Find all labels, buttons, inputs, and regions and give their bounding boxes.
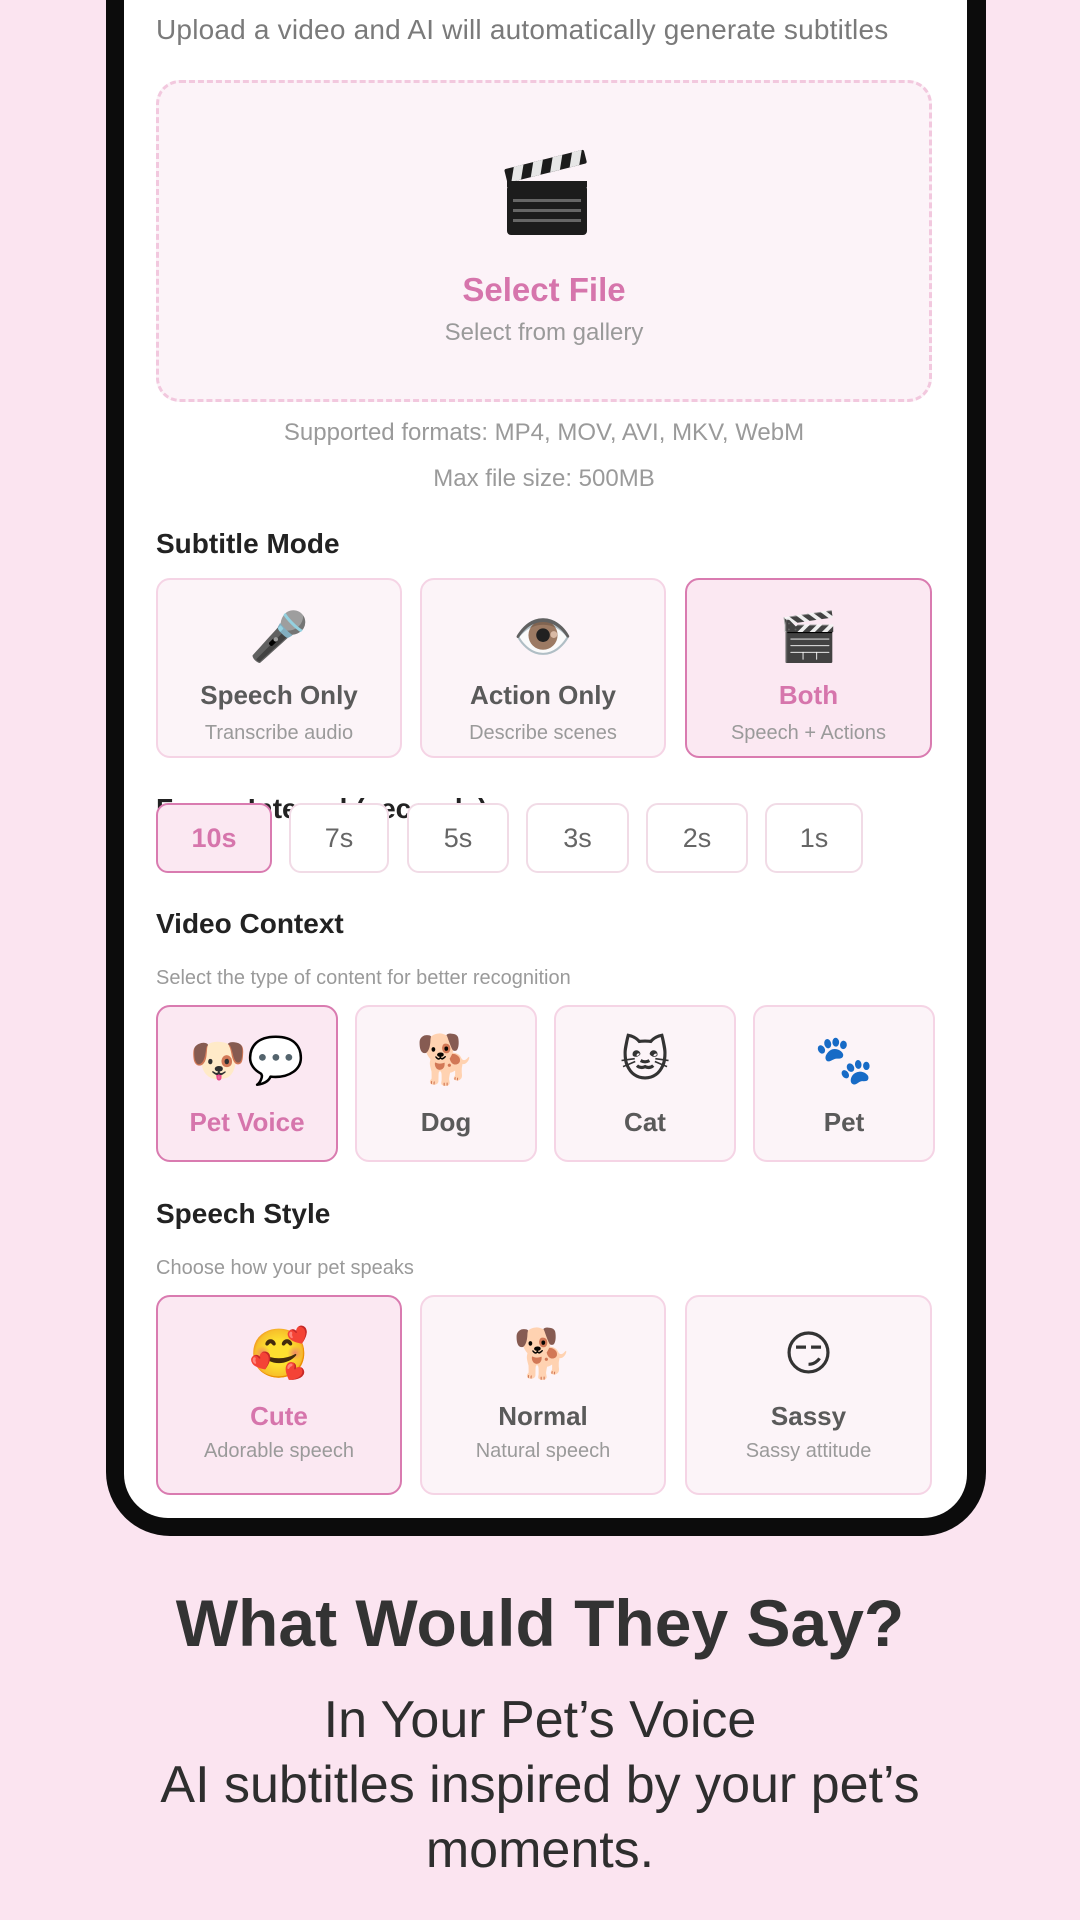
context-option-label: Pet Voice bbox=[189, 1107, 305, 1137]
interval-option-1s[interactable]: 1s bbox=[765, 803, 863, 873]
style-option-sub: Natural speech bbox=[475, 1440, 611, 1462]
max-file-size-text: Max file size: 500MB bbox=[433, 465, 655, 492]
clapperboard-icon bbox=[504, 149, 587, 235]
select-file-title: Select File bbox=[462, 271, 626, 308]
promo-headline: What Would They Say? bbox=[175, 1586, 905, 1660]
mode-option-action-only[interactable]: 👁️ Action Only Describe scenes bbox=[420, 578, 666, 758]
microphone-icon: 🎤 bbox=[249, 611, 309, 664]
mode-option-label: Both bbox=[778, 680, 839, 710]
file-upload-dropzone[interactable]: Select File Select from gallery bbox=[156, 80, 932, 402]
dog-icon: 🐕 bbox=[416, 1034, 476, 1087]
interval-option-7s[interactable]: 7s bbox=[289, 803, 389, 873]
cat-icon: 🐱 bbox=[619, 1034, 671, 1087]
mode-option-label: Speech Only bbox=[200, 680, 358, 710]
context-option-cat[interactable]: 🐱 Cat bbox=[554, 1005, 736, 1162]
interval-option-2s[interactable]: 2s bbox=[646, 803, 748, 873]
context-option-pet[interactable]: 🐾 Pet bbox=[753, 1005, 935, 1162]
dog-speech-bubble-icon: 🐶💬 bbox=[189, 1034, 305, 1086]
style-option-cute[interactable]: 🥰 Cute Adorable speech bbox=[156, 1295, 402, 1495]
style-option-sub: Adorable speech bbox=[203, 1440, 355, 1462]
app-screen: Upload a video and AI will automatically… bbox=[124, 0, 967, 1518]
mode-option-both[interactable]: 🎬 Both Speech + Actions bbox=[685, 578, 932, 758]
interval-option-3s[interactable]: 3s bbox=[526, 803, 629, 873]
supported-formats-text: Supported formats: MP4, MOV, AVI, MKV, W… bbox=[283, 419, 805, 446]
select-file-subtitle: Select from gallery bbox=[444, 319, 644, 346]
interval-option-5s[interactable]: 5s bbox=[407, 803, 509, 873]
style-option-label: Cute bbox=[250, 1401, 308, 1431]
video-context-title: Video Context bbox=[156, 908, 344, 939]
smirking-face-icon: 😏 bbox=[783, 1328, 834, 1381]
subtitle-mode-title: Subtitle Mode bbox=[156, 528, 340, 559]
promo-line-2: AI subtitles inspired by your pet’s mome… bbox=[160, 1756, 920, 1879]
mode-option-sub: Describe scenes bbox=[469, 722, 617, 744]
smiling-hearts-icon: 🥰 bbox=[249, 1328, 309, 1381]
speech-style-hint: Choose how your pet speaks bbox=[156, 1257, 414, 1279]
clapperboard-icon: 🎬 bbox=[778, 611, 839, 664]
paw-prints-icon: 🐾 bbox=[814, 1034, 874, 1087]
dog-icon: 🐕 bbox=[513, 1328, 573, 1381]
style-option-sub: Sassy attitude bbox=[745, 1440, 872, 1462]
context-option-pet-voice[interactable]: 🐶💬 Pet Voice bbox=[156, 1005, 338, 1162]
interval-option-10s[interactable]: 10s bbox=[156, 803, 272, 873]
eye-icon: 👁️ bbox=[513, 611, 573, 664]
style-option-normal[interactable]: 🐕 Normal Natural speech bbox=[420, 1295, 666, 1495]
mode-option-speech-only[interactable]: 🎤 Speech Only Transcribe audio bbox=[156, 578, 402, 758]
mode-option-label: Action Only bbox=[470, 680, 616, 710]
context-option-label: Dog bbox=[420, 1107, 472, 1137]
mode-option-sub: Speech + Actions bbox=[730, 722, 887, 744]
context-option-dog[interactable]: 🐕 Dog bbox=[355, 1005, 537, 1162]
promo-tagline: In Your Pet’s Voice AI subtitles inspire… bbox=[120, 1688, 960, 1883]
context-option-label: Cat bbox=[624, 1107, 666, 1137]
upload-intro-text: Upload a video and AI will automatically… bbox=[156, 14, 889, 45]
promo-line-1: In Your Pet’s Voice bbox=[323, 1691, 757, 1749]
context-option-label: Pet bbox=[823, 1107, 865, 1137]
speech-style-title: Speech Style bbox=[156, 1198, 331, 1229]
mode-option-sub: Transcribe audio bbox=[204, 722, 354, 744]
style-option-sassy[interactable]: 😏 Sassy Sassy attitude bbox=[685, 1295, 932, 1495]
style-option-label: Sassy bbox=[770, 1401, 847, 1431]
video-context-hint: Select the type of content for better re… bbox=[156, 967, 571, 989]
style-option-label: Normal bbox=[498, 1401, 588, 1431]
